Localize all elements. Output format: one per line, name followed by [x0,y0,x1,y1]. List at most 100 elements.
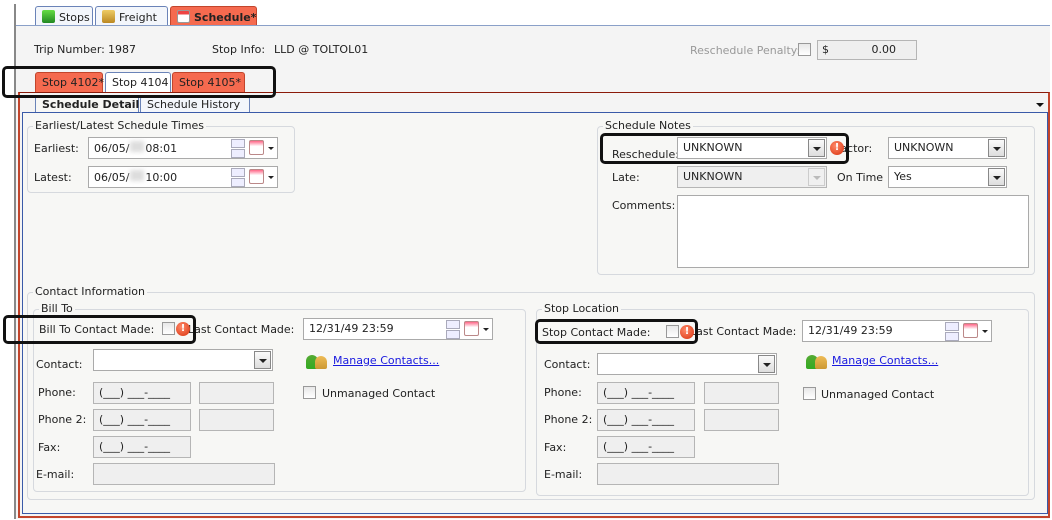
stop-email-input[interactable] [597,463,779,485]
tab-label: Schedule History [147,98,241,111]
chevron-down-icon[interactable] [758,355,775,373]
stop-tabs-highlight [2,66,276,98]
last-contact-made-label: Last Contact Made: [690,325,797,338]
fax-label: Fax: [544,441,567,454]
phone-2-label: Phone 2: [544,413,593,426]
on-time-label: On Time [837,171,884,184]
tab-schedule[interactable]: Schedule* [170,6,257,26]
chevron-down-icon[interactable] [254,351,271,369]
reschedule-penalty-checkbox[interactable] [798,43,811,56]
chevron-down-icon [808,168,825,186]
email-label: E-mail: [544,468,583,481]
manage-contacts-icon[interactable] [806,353,828,369]
stop-phone-2-input[interactable]: (___) ___-____ [597,409,695,431]
time-value: 08:01 [145,142,178,155]
phone-label: Phone: [544,386,582,399]
tab-label: Stops [59,11,90,24]
trip-number-label: Trip Number: [34,43,105,56]
bill-to-fax-input[interactable]: (___) ___-____ [93,436,191,458]
earliest-label: Earliest: [34,142,79,155]
date-value: 06/05/ [94,142,130,155]
earliest-datetime-input[interactable]: 06/05/08:01 [88,137,278,159]
selected-value: UNKNOWN [683,170,743,183]
stop-contact-made-highlight [535,319,698,344]
bill-to-phone-2-input[interactable]: (___) ___-____ [93,409,191,431]
bill-to-email-input[interactable] [93,463,275,485]
stop-unmanaged-contact-checkbox[interactable] [803,387,816,400]
contact-label: Contact: [36,358,83,371]
phone-2-label: Phone 2: [38,413,87,426]
tab-label: Schedule Detail [42,98,140,111]
calendar-icon [177,10,190,23]
chevron-down-icon[interactable] [268,176,274,182]
unmanaged-contact-label: Unmanaged Contact [821,388,935,401]
contact-label: Contact: [544,358,591,371]
latest-datetime-input[interactable]: 06/05/10:00 [88,166,278,188]
chevron-down-icon[interactable] [988,168,1005,186]
stop-phone-ext-input[interactable] [704,382,779,404]
comments-label: Comments: [612,199,676,212]
chevron-down-icon[interactable] [988,139,1005,157]
late-label: Late: [612,171,640,184]
reschedule-penalty-input[interactable]: $0.00 [817,40,917,60]
manage-contacts-icon[interactable] [306,353,328,369]
spinner[interactable] [446,320,460,340]
reschedule-penalty-label: Reschedule Penalty: [690,44,801,57]
date-value: 06/05/ [94,171,130,184]
last-contact-made-label: Last Contact Made: [188,323,295,336]
tab-overflow-dropdown-icon[interactable] [1036,103,1044,111]
late-select: UNKNOWN [677,166,827,188]
group-title: Stop Location [542,302,622,315]
chevron-down-icon[interactable] [982,330,988,336]
spinner[interactable] [231,168,245,188]
stop-contact-select[interactable] [597,353,777,375]
stop-manage-contacts-link[interactable]: Manage Contacts... [832,354,938,367]
bill-to-contact-select[interactable] [93,349,273,371]
selected-value: Yes [894,170,912,183]
bill-to-contact-made-highlight [3,315,196,344]
group-title: Earliest/Latest Schedule Times [33,119,207,132]
selected-value: UNKNOWN [894,141,954,154]
reschedule-highlight [600,133,849,164]
group-title: Schedule Notes [603,119,693,132]
calendar-icon[interactable] [249,140,264,155]
tab-label: Schedule* [194,11,257,24]
unmanaged-contact-label: Unmanaged Contact [322,387,436,400]
calendar-icon[interactable] [464,321,479,336]
bill-to-last-contact-input[interactable]: 12/31/49 23:59 [303,318,493,340]
bill-to-phone-ext-input[interactable] [199,382,274,404]
tab-stops[interactable]: Stops [35,6,93,26]
stop-phone-2-ext-input[interactable] [704,409,779,431]
datetime-value: 12/31/49 23:59 [309,322,394,335]
tab-label: Freight [119,11,157,24]
green-cube-icon [42,10,55,23]
comments-textarea[interactable] [677,195,1029,268]
chevron-down-icon[interactable] [268,147,274,153]
stop-fax-input[interactable]: (___) ___-____ [597,436,695,458]
calendar-icon[interactable] [963,323,978,338]
spinner[interactable] [231,139,245,159]
on-time-select[interactable]: Yes [888,166,1007,188]
chevron-down-icon[interactable] [483,328,489,334]
factor-select[interactable]: UNKNOWN [888,137,1007,159]
penalty-amount: 0.00 [871,43,897,56]
fax-label: Fax: [38,441,61,454]
group-title: Contact Information [33,285,147,298]
latest-label: Latest: [34,171,72,184]
tab-freight[interactable]: Freight [95,6,168,26]
bill-to-manage-contacts-link[interactable]: Manage Contacts... [333,354,439,367]
bill-to-unmanaged-contact-checkbox[interactable] [303,386,316,399]
stop-last-contact-input[interactable]: 12/31/49 23:59 [802,320,992,342]
stop-phone-input[interactable]: (___) ___-____ [597,382,695,404]
currency-symbol: $ [822,43,829,56]
package-icon [102,10,115,23]
time-value: 10:00 [145,171,178,184]
bill-to-phone-2-ext-input[interactable] [199,409,274,431]
bill-to-phone-input[interactable]: (___) ___-____ [93,382,191,404]
tab-schedule-history[interactable]: Schedule History [140,96,250,113]
calendar-icon[interactable] [249,169,264,184]
phone-label: Phone: [38,386,76,399]
stop-info-value: LLD @ TOLTOL01 [274,43,369,56]
spinner[interactable] [945,322,959,342]
datetime-value: 12/31/49 23:59 [808,324,893,337]
